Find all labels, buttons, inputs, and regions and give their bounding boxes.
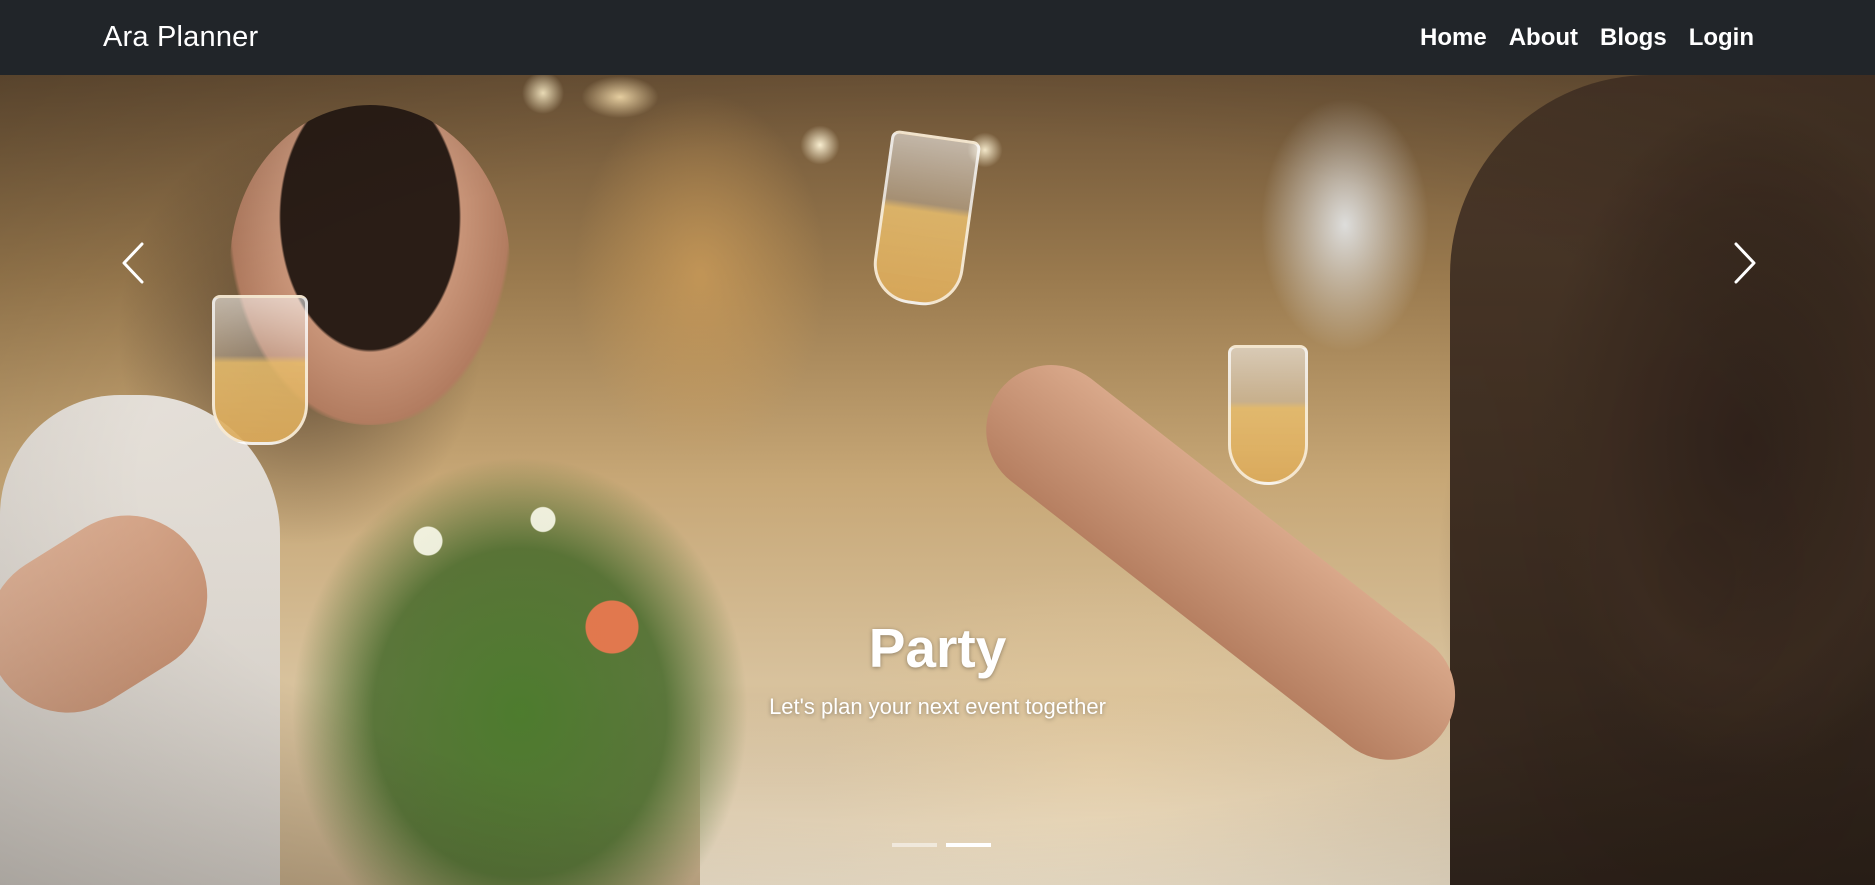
carousel-indicator-1[interactable]: [892, 843, 937, 847]
nav-links: Home About Blogs Login: [1409, 16, 1765, 60]
nav-link-blogs[interactable]: Blogs: [1589, 16, 1678, 60]
nav-link-about[interactable]: About: [1498, 16, 1589, 60]
nav-link-login[interactable]: Login: [1678, 16, 1765, 60]
carousel-indicator-2[interactable]: [946, 843, 991, 847]
brand-link[interactable]: Ara Planner: [103, 21, 258, 54]
caption-title: Party: [868, 617, 1007, 679]
photo-vignette: [0, 75, 1875, 885]
caption-text: Let's plan your next event together: [769, 694, 1106, 720]
hero-carousel: [0, 75, 1875, 885]
carousel-caption: Party Let's plan your next event togethe…: [0, 617, 1875, 720]
party-toast-photo: [0, 75, 1875, 885]
carousel-indicators: [0, 843, 1875, 847]
navbar: Ara Planner Home About Blogs Login: [0, 0, 1875, 75]
chevron-left-icon: [118, 241, 148, 290]
carousel-prev-button[interactable]: [103, 225, 163, 305]
chevron-right-icon: [1730, 241, 1760, 290]
carousel-next-button[interactable]: [1715, 225, 1775, 305]
nav-link-home[interactable]: Home: [1409, 16, 1498, 60]
